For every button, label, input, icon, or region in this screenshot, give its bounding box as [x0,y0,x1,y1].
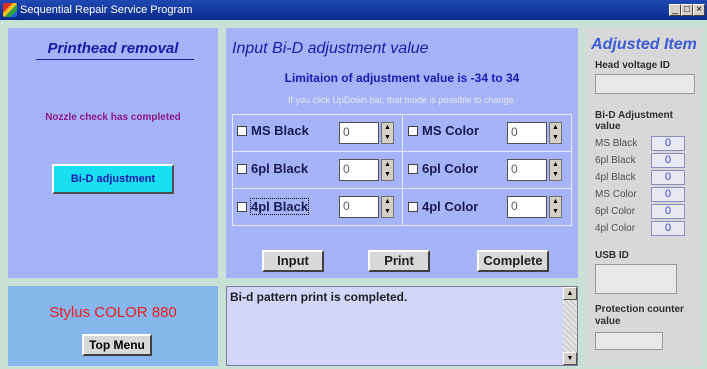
adjusted-item-title: Adjusted Item [591,36,697,53]
message-text: Bi-d pattern print is completed. [230,290,408,304]
print-button[interactable]: Print [368,250,430,272]
app-icon [3,3,17,17]
protection-counter-label: Protection counter value [595,304,684,327]
ms-black-input[interactable]: 0 [339,122,379,144]
row-name: MS Black [595,138,638,149]
checkbox-box[interactable] [408,164,418,174]
usb-id-label: USB ID [595,250,629,261]
row-name: 4pl Color [595,223,636,234]
grid-divider [232,151,572,152]
protection-counter-field [595,332,663,350]
6pl-color-checkbox[interactable]: 6pl Color [408,161,478,176]
6pl-black-spinner[interactable]: ▲ ▼ [381,159,394,181]
model-panel: Stylus COLOR 880 Top Menu [8,286,218,366]
spin-up-icon[interactable]: ▲ [382,197,393,207]
checkbox-box[interactable] [237,126,247,136]
4pl-black-label: 4pl Black [249,198,310,215]
spin-down-icon[interactable]: ▼ [382,207,393,217]
bid-row-6pl-color: 6pl Color 0 [595,204,689,220]
adjusted-item-panel: Adjusted Item Head voltage ID Bi-D Adjus… [585,28,703,366]
spin-up-icon[interactable]: ▲ [382,160,393,170]
printer-model-name: Stylus COLOR 880 [49,304,177,321]
row-value: 0 [651,187,685,202]
checkbox-box[interactable] [408,126,418,136]
4pl-black-checkbox[interactable]: 4pl Black [237,198,310,215]
checkbox-box[interactable] [237,164,247,174]
bid-value-label: Bi-D Adjustment value [595,110,673,132]
title-bar: Sequential Repair Service Program _ □ × [0,0,707,20]
usb-id-field [595,264,677,294]
nozzle-status: Nozzle check has completed [45,112,181,123]
limit-text: Limitaion of adjustment value is -34 to … [284,71,520,85]
bid-row-4pl-black: 4pl Black 0 [595,170,689,186]
row-value: 0 [651,136,685,151]
6pl-black-checkbox[interactable]: 6pl Black [237,161,308,176]
row-value: 0 [651,221,685,236]
message-box[interactable]: Bi-d pattern print is completed. ▲ ▼ [226,286,578,366]
row-value: 0 [651,170,685,185]
ms-black-checkbox[interactable]: MS Black [237,123,309,138]
spin-down-icon[interactable]: ▼ [550,133,561,143]
grid-divider [402,114,403,226]
bid-row-4pl-color: 4pl Color 0 [595,221,689,237]
close-button[interactable]: × [693,4,705,16]
bid-adjustment-button[interactable]: Bi-D adjustment [52,164,174,194]
hint-text: If you click UpDown bar, that mode is po… [287,95,517,105]
bid-row-ms-black: MS Black 0 [595,136,689,152]
checkbox-box[interactable] [408,202,418,212]
spin-up-icon[interactable]: ▲ [550,160,561,170]
ms-color-input[interactable]: 0 [507,122,547,144]
row-value: 0 [651,204,685,219]
message-scrollbar[interactable]: ▲ ▼ [563,287,577,365]
grid-divider [232,188,572,189]
row-name: 4pl Black [595,172,636,183]
restore-button[interactable]: □ [681,4,693,16]
spin-up-icon[interactable]: ▲ [382,123,393,133]
head-voltage-field [595,74,695,94]
ms-color-checkbox[interactable]: MS Color [408,123,479,138]
input-button[interactable]: Input [262,250,324,272]
head-voltage-label: Head voltage ID [595,60,671,71]
ms-black-spinner[interactable]: ▲ ▼ [381,122,394,144]
printhead-removal-title: Printhead removal [47,40,179,57]
spin-up-icon[interactable]: ▲ [550,123,561,133]
scroll-down-icon[interactable]: ▼ [563,352,577,365]
4pl-black-input[interactable]: 0 [339,196,379,218]
minimize-button[interactable]: _ [669,4,681,16]
spin-up-icon[interactable]: ▲ [550,197,561,207]
row-name: MS Color [595,189,637,200]
row-value: 0 [651,153,685,168]
4pl-color-label: 4pl Color [422,199,479,214]
6pl-black-label: 6pl Black [251,161,309,176]
top-menu-button[interactable]: Top Menu [82,334,152,356]
6pl-color-label: 6pl Color [422,161,479,176]
bid-row-6pl-black: 6pl Black 0 [595,153,689,169]
spin-down-icon[interactable]: ▼ [550,170,561,180]
4pl-color-spinner[interactable]: ▲ ▼ [549,196,562,218]
6pl-color-input[interactable]: 0 [507,159,547,181]
scroll-up-icon[interactable]: ▲ [563,287,577,300]
4pl-black-spinner[interactable]: ▲ ▼ [381,196,394,218]
row-name: 6pl Color [595,206,636,217]
spin-down-icon[interactable]: ▼ [550,207,561,217]
row-name: 6pl Black [595,155,636,166]
6pl-black-input[interactable]: 0 [339,159,379,181]
printhead-panel: Printhead removal Nozzle check has compl… [8,28,218,278]
ms-color-spinner[interactable]: ▲ ▼ [549,122,562,144]
spin-down-icon[interactable]: ▼ [382,170,393,180]
ms-black-label: MS Black [251,123,309,138]
4pl-color-input[interactable]: 0 [507,196,547,218]
window-title: Sequential Repair Service Program [20,4,193,16]
input-bid-title: Input Bi-D adjustment value [232,40,429,57]
bid-input-panel: Input Bi-D adjustment value Limitaion of… [226,28,578,278]
6pl-color-spinner[interactable]: ▲ ▼ [549,159,562,181]
ms-color-label: MS Color [422,123,480,138]
checkbox-box[interactable] [237,202,247,212]
title-underline [36,59,194,60]
spin-down-icon[interactable]: ▼ [382,133,393,143]
bid-row-ms-color: MS Color 0 [595,187,689,203]
complete-button[interactable]: Complete [477,250,549,272]
4pl-color-checkbox[interactable]: 4pl Color [408,199,478,214]
